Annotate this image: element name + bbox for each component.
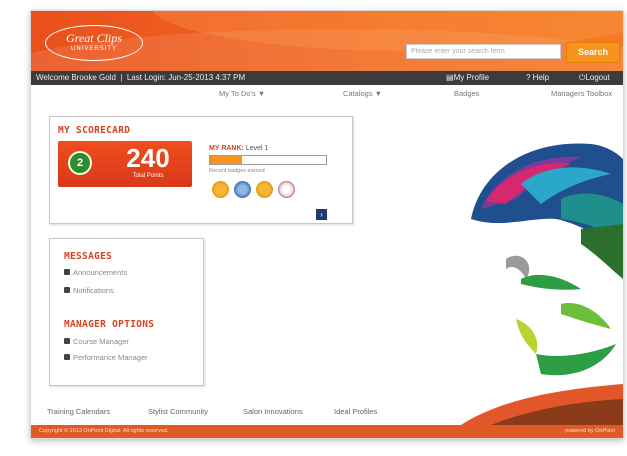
nav-item-catalogs[interactable]: Catalogs ▼: [343, 87, 382, 101]
total-points-label: Total Points: [132, 173, 164, 179]
user-bar: Welcome Brooke Gold | Last Login: Jun-25…: [31, 71, 623, 85]
globe-badge-icon[interactable]: [234, 181, 251, 198]
profile-icon: ▤: [446, 73, 454, 82]
logout-link[interactable]: ⏻Logout: [579, 71, 610, 85]
powered-by-text: powered by OnPoint: [565, 428, 615, 434]
logo-text: Great Clips: [66, 31, 122, 45]
stylist-community-link[interactable]: Stylist Community: [148, 407, 208, 416]
welcome-text: Welcome Brooke Gold | Last Login: Jun-25…: [36, 73, 246, 82]
scorecard-panel: MY SCORECARD 2 240 Total Points MY RANK:…: [49, 116, 353, 224]
rank-progress-bar: [209, 155, 327, 165]
book-icon: [64, 338, 70, 344]
logo[interactable]: Great Clips UNIVERSITY: [45, 25, 143, 61]
performance-manager-link[interactable]: Performance Manager: [64, 353, 148, 362]
search-input[interactable]: Please enter your search term: [406, 44, 561, 59]
messages-title: MESSAGES: [64, 251, 113, 262]
help-link[interactable]: ? Help: [526, 71, 549, 85]
nav-item-todos[interactable]: My To Do's ▼: [219, 87, 265, 101]
level-indicator: 2: [68, 151, 92, 175]
star-badge-icon[interactable]: [256, 181, 273, 198]
manager-options-title: MANAGER OPTIONS: [64, 319, 155, 330]
rank-label: MY RANK: Level 1: [209, 145, 269, 152]
announcements-link[interactable]: Announcements: [64, 268, 127, 277]
header-banner: Great Clips UNIVERSITY Please enter your…: [31, 11, 623, 71]
footer-bar: Copyright © 2013 OnPoint Digital. All ri…: [31, 425, 623, 438]
ideal-profiles-link[interactable]: Ideal Profiles: [334, 407, 377, 416]
megaphone-icon: [64, 269, 70, 275]
my-profile-link[interactable]: ▤My Profile: [446, 71, 489, 85]
nav-item-badges[interactable]: Badges: [454, 87, 479, 101]
people-icon: [64, 287, 70, 293]
red-ribbon-badge-icon[interactable]: [278, 181, 295, 198]
app-window: Great Clips UNIVERSITY Please enter your…: [30, 10, 624, 439]
logo-subtext: UNIVERSITY: [70, 46, 117, 52]
next-arrow-icon[interactable]: ›: [316, 209, 327, 220]
scorecard-title: MY SCORECARD: [58, 125, 131, 136]
main-nav: My To Do's ▼ Catalogs ▼ Badges Managers …: [31, 87, 623, 101]
training-calendars-link[interactable]: Training Calendars: [47, 407, 110, 416]
rank-progress-fill: [210, 156, 243, 164]
stylized-portrait-art: [461, 143, 623, 425]
clipboard-icon: [64, 354, 70, 360]
search-button[interactable]: Search: [566, 42, 620, 63]
trophy-badge-icon[interactable]: [212, 181, 229, 198]
points-card: 2 240 Total Points: [58, 141, 192, 187]
notifications-link[interactable]: Notifications: [64, 286, 114, 295]
rank-subtext: Recent badges earned: [209, 168, 265, 174]
course-manager-link[interactable]: Course Manager: [64, 337, 129, 346]
messages-panel: MESSAGES Announcements Notifications MAN…: [49, 238, 204, 386]
nav-item-managers-toolbox[interactable]: Managers Toolbox: [551, 87, 612, 101]
copyright-text: Copyright © 2013 OnPoint Digital. All ri…: [39, 428, 169, 434]
total-points: 240: [126, 143, 170, 173]
salon-innovations-link[interactable]: Salon Innovations: [243, 407, 303, 416]
